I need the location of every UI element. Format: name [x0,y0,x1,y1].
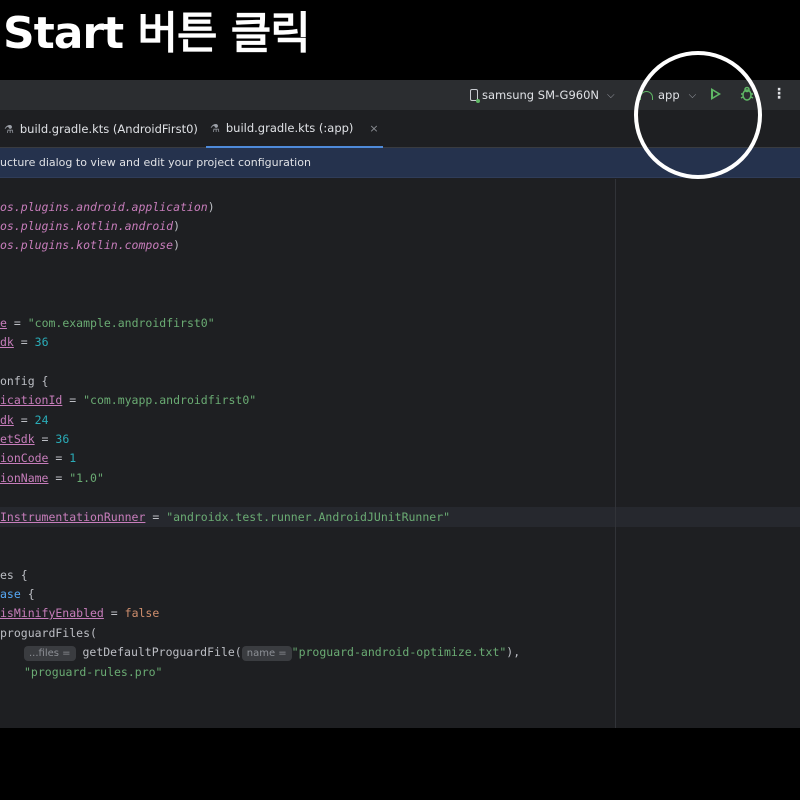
code-line: onfig { [0,374,49,388]
more-options-icon[interactable]: ⋮ [772,85,786,103]
code-line: ase { [0,587,35,601]
parameter-hint: ...files = [24,646,76,661]
gradle-icon: ⚗ [210,121,220,135]
device-selector[interactable]: samsung SM-G960N ⌵ [470,86,615,104]
code-line: os.plugins.kotlin.compose) [0,238,181,252]
code-line: dk = 24 [0,413,49,427]
code-line: ...files = getDefaultProguardFile(name =… [24,643,520,662]
code-editor[interactable]: os.plugins.android.application) os.plugi… [0,179,800,728]
tutorial-caption: Start 버튼 클릭 [3,8,311,59]
android-studio-window: samsung SM-G960N ⌵ app ⌵ ⋮ ⚗ build.gradl… [0,80,800,728]
code-line: isMinifyEnabled = false [0,606,160,620]
code-line: InstrumentationRunner = "androidx.test.r… [0,510,451,524]
close-icon[interactable]: × [369,122,378,135]
highlight-circle-annotation [634,51,762,179]
right-margin-guide [615,179,616,728]
chevron-down-icon: ⌵ [607,89,615,101]
tab-build-gradle-root[interactable]: ⚗ build.gradle.kts (AndroidFirst0) [0,110,202,148]
tab-label: build.gradle.kts (:app) [225,121,354,135]
code-line: es { [0,568,28,582]
code-line: "proguard-rules.pro" [24,665,163,679]
gradle-icon: ⚗ [4,122,14,136]
code-line: etSdk = 36 [0,432,70,446]
tab-build-gradle-app[interactable]: ⚗ build.gradle.kts (:app) × [206,110,383,148]
code-line: proguardFiles( [0,626,97,640]
code-line: dk = 36 [0,335,49,349]
phone-icon [470,89,480,103]
code-line: ionCode = 1 [0,451,77,465]
tab-label: build.gradle.kts (AndroidFirst0) [19,122,198,136]
device-label: samsung SM-G960N [482,88,600,102]
code-line: os.plugins.kotlin.android) [0,219,181,233]
code-line: e = "com.example.androidfirst0" [0,316,215,330]
code-line: os.plugins.android.application) [0,200,215,214]
parameter-hint: name = [241,646,292,661]
code-line: ionName = "1.0" [0,471,104,485]
code-line: icationId = "com.myapp.androidfirst0" [0,393,257,407]
